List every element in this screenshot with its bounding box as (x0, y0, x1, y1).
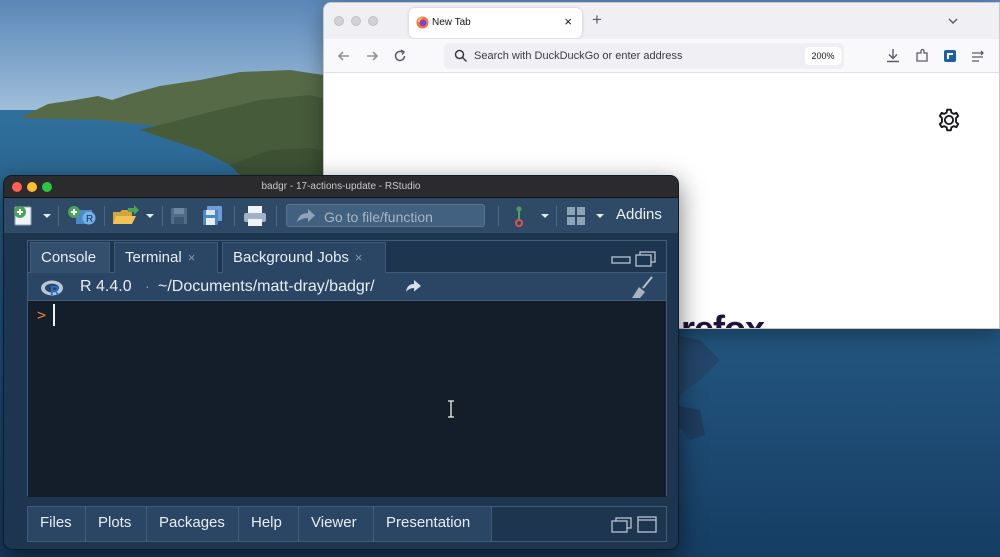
back-arrow-icon[interactable] (334, 46, 354, 66)
firefox-zoom-button[interactable] (368, 16, 378, 26)
rstudio-title-bar: badgr - 17-actions-update - RStudio (4, 176, 678, 198)
firefox-close-button[interactable] (334, 16, 344, 26)
tab-help[interactable]: Help (239, 507, 299, 541)
zoom-level-badge[interactable]: 200% (805, 47, 841, 65)
toolbar-separator (556, 206, 557, 226)
search-icon (454, 49, 468, 63)
tab-label: Packages (159, 514, 225, 531)
close-tab-icon[interactable]: × (564, 14, 572, 29)
tab-label: Files (40, 514, 72, 531)
tab-label: Help (251, 514, 282, 531)
tab-label: Viewer (311, 514, 357, 531)
tab-title: New Tab (432, 17, 471, 28)
gear-icon[interactable] (936, 107, 962, 133)
r-logo-icon: R (41, 280, 63, 297)
toolbar-separator (162, 206, 163, 226)
svg-text:R: R (86, 214, 93, 225)
tab-presentation[interactable]: Presentation (374, 507, 492, 541)
tab-terminal[interactable]: Terminal × (114, 242, 218, 273)
tab-label: Plots (98, 514, 132, 531)
address-bar[interactable]: Search with DuckDuckGo or enter address … (444, 43, 844, 69)
forward-arrow-icon[interactable] (362, 46, 382, 66)
console-pane: Console Terminal × Background Jobs × R R… (27, 240, 667, 497)
clear-console-icon[interactable] (630, 275, 656, 299)
tab-label: Terminal (125, 249, 182, 266)
tab-files[interactable]: Files (28, 507, 86, 541)
tab-background-jobs[interactable]: Background Jobs × (222, 242, 386, 273)
extensions-icon[interactable] (913, 47, 931, 65)
svg-text:R: R (50, 283, 60, 297)
tab-console[interactable]: Console (30, 242, 110, 273)
maximize-pane-icon[interactable] (637, 516, 657, 534)
tab-label: Background Jobs (233, 249, 349, 266)
working-directory: ~/Documents/matt-dray/badgr/ (158, 278, 375, 295)
rstudio-window: badgr - 17-actions-update - RStudio R Go… (3, 175, 679, 550)
firefox-nav-bar: Search with DuckDuckGo or enter address … (324, 39, 999, 73)
git-icon[interactable] (508, 204, 552, 228)
save-icon[interactable] (168, 204, 190, 228)
text-cursor (53, 304, 55, 326)
toolbar-separator (234, 206, 235, 226)
reload-icon[interactable] (390, 46, 410, 66)
tab-plots[interactable]: Plots (86, 507, 147, 541)
ibeam-cursor-icon (448, 400, 454, 418)
go-to-file-placeholder: Go to file/function (324, 209, 433, 225)
toolbar-separator (276, 206, 277, 226)
downloads-icon[interactable] (884, 47, 902, 65)
files-pane: Files Plots Packages Help Viewer Present… (27, 506, 667, 542)
maximize-pane-icon[interactable] (635, 251, 657, 267)
new-tab-icon[interactable]: + (592, 10, 602, 30)
r-version: R 4.4.0 (80, 278, 132, 295)
addins-menu[interactable]: Addins (616, 206, 662, 223)
overflow-menu-icon[interactable] (969, 47, 987, 65)
print-icon[interactable] (242, 204, 268, 228)
toolbar-separator (498, 206, 499, 226)
firefox-logo-icon (416, 16, 429, 29)
console-prompt: > (37, 306, 47, 324)
chevron-down-icon[interactable] (947, 15, 959, 27)
console-tab-bar: Console Terminal × Background Jobs × (28, 241, 666, 273)
close-tab-icon[interactable]: × (355, 243, 363, 272)
firefox-tab-strip: New Tab × + (324, 3, 999, 39)
toolbar-separator (58, 206, 59, 226)
separator-dot: · (145, 278, 150, 294)
console-header: R R 4.4.0 · ~/Documents/matt-dray/badgr/ (28, 273, 666, 301)
save-all-icon[interactable] (200, 204, 226, 228)
tab-packages[interactable]: Packages (147, 507, 239, 541)
tab-label: Presentation (386, 514, 471, 531)
new-project-icon[interactable]: R (66, 204, 98, 228)
tab-viewer[interactable]: Viewer (299, 507, 374, 541)
tab-label: Console (41, 249, 97, 266)
open-file-icon[interactable] (110, 204, 156, 228)
rstudio-toolbar: R Go to file/function Addins (4, 198, 678, 233)
close-tab-icon[interactable]: × (188, 243, 196, 272)
tab-new-tab[interactable]: New Tab × (409, 8, 582, 38)
go-to-directory-icon[interactable] (404, 279, 422, 293)
minimize-pane-icon[interactable] (611, 251, 631, 265)
window-title: badgr - 17-actions-update - RStudio (261, 181, 421, 192)
go-to-arrow-icon (297, 209, 315, 222)
new-file-icon[interactable] (12, 204, 52, 228)
pane-layout-icon[interactable] (564, 204, 608, 228)
toolbar-separator (104, 206, 105, 226)
address-bar-placeholder: Search with DuckDuckGo or enter address (474, 50, 683, 62)
firefox-minimize-button[interactable] (351, 16, 361, 26)
pocket-extension-icon[interactable] (941, 47, 959, 65)
go-to-file-input[interactable]: Go to file/function (286, 204, 485, 227)
console-output[interactable]: > (28, 301, 666, 497)
firefox-wordmark: refox (681, 308, 765, 329)
restore-pane-icon[interactable] (611, 517, 633, 533)
